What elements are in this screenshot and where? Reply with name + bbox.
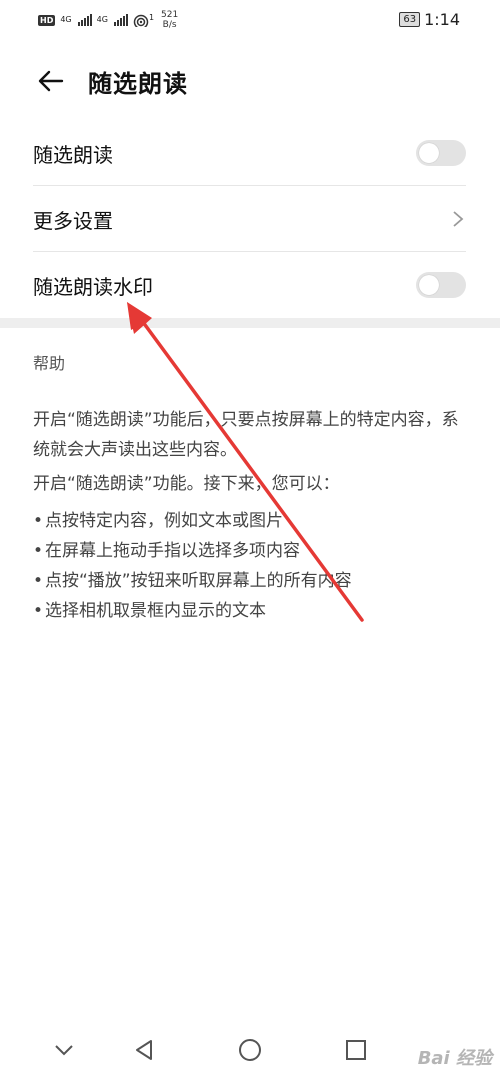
setting-label: 随选朗读 bbox=[33, 142, 113, 167]
list-item-text: 点按“播放”按钮来听取屏幕上的所有内容 bbox=[45, 571, 352, 591]
setting-row-watermark[interactable]: 随选朗读水印 bbox=[33, 252, 466, 318]
signal-icon-2 bbox=[113, 14, 128, 26]
hd-badge: HD bbox=[38, 14, 56, 26]
toggle-knob bbox=[419, 143, 439, 163]
speed-value: 521 bbox=[161, 10, 179, 20]
list-item: • 选择相机取景框内显示的文本 bbox=[33, 596, 468, 626]
chevron-down-icon[interactable] bbox=[44, 1030, 84, 1070]
help-intro: 开启“随选朗读”功能后，只要点按屏幕上的特定内容，系统就会大声读出这些内容。 bbox=[33, 410, 459, 460]
help-title: 帮助 bbox=[33, 354, 66, 373]
status-right: 63 1:14 bbox=[399, 10, 460, 29]
select-to-speak-toggle[interactable] bbox=[416, 140, 466, 166]
network-speed: 521 B/s bbox=[161, 10, 178, 30]
header: 随选朗读 bbox=[0, 58, 500, 104]
help-bullet-list: • 点按特定内容，例如文本或图片 • 在屏幕上拖动手指以选择多项内容 • 点按“播放”… bbox=[33, 506, 468, 626]
speed-unit: B/s bbox=[162, 20, 177, 30]
list-item: • 在屏幕上拖动手指以选择多项内容 bbox=[33, 536, 468, 566]
network-type-1: 4G bbox=[60, 15, 72, 24]
status-left: HD 4G 4G 1 521 B/s bbox=[38, 10, 178, 30]
watermark-toggle[interactable] bbox=[416, 272, 466, 298]
setting-label: 更多设置 bbox=[33, 208, 113, 233]
network-type-2: 4G bbox=[96, 15, 108, 24]
setting-label: 随选朗读水印 bbox=[33, 274, 153, 299]
list-item-text: 选择相机取景框内显示的文本 bbox=[45, 601, 266, 621]
signal-icon-1 bbox=[77, 14, 92, 26]
list-item: • 点按特定内容，例如文本或图片 bbox=[33, 506, 468, 536]
list-item: • 点按“播放”按钮来听取屏幕上的所有内容 bbox=[33, 566, 468, 596]
clock: 1:14 bbox=[424, 10, 460, 29]
back-triangle-icon[interactable] bbox=[124, 1030, 164, 1070]
setting-row-more-settings[interactable]: 更多设置 bbox=[33, 186, 466, 252]
status-bar: HD 4G 4G 1 521 B/s 63 1:14 bbox=[0, 0, 500, 40]
baidu-watermark: Bai 经验 bbox=[417, 1048, 492, 1069]
page-title: 随选朗读 bbox=[88, 70, 188, 98]
home-circle-icon[interactable] bbox=[230, 1030, 270, 1070]
help-next: 开启“随选朗读”功能。接下来，您可以： bbox=[33, 474, 340, 494]
list-item-text: 在屏幕上拖动手指以选择多项内容 bbox=[45, 541, 300, 561]
wifi-icon: 1 bbox=[133, 13, 154, 27]
wifi-badge: 1 bbox=[148, 13, 155, 22]
section-gap bbox=[0, 318, 500, 328]
setting-row-select-to-speak[interactable]: 随选朗读 bbox=[33, 120, 466, 186]
battery-icon: 63 bbox=[399, 12, 421, 27]
toggle-knob bbox=[419, 275, 439, 295]
recents-square-icon[interactable] bbox=[336, 1030, 376, 1070]
chevron-right-icon bbox=[452, 210, 464, 228]
back-arrow-icon[interactable] bbox=[36, 66, 66, 96]
list-item-text: 点按特定内容，例如文本或图片 bbox=[45, 511, 283, 531]
